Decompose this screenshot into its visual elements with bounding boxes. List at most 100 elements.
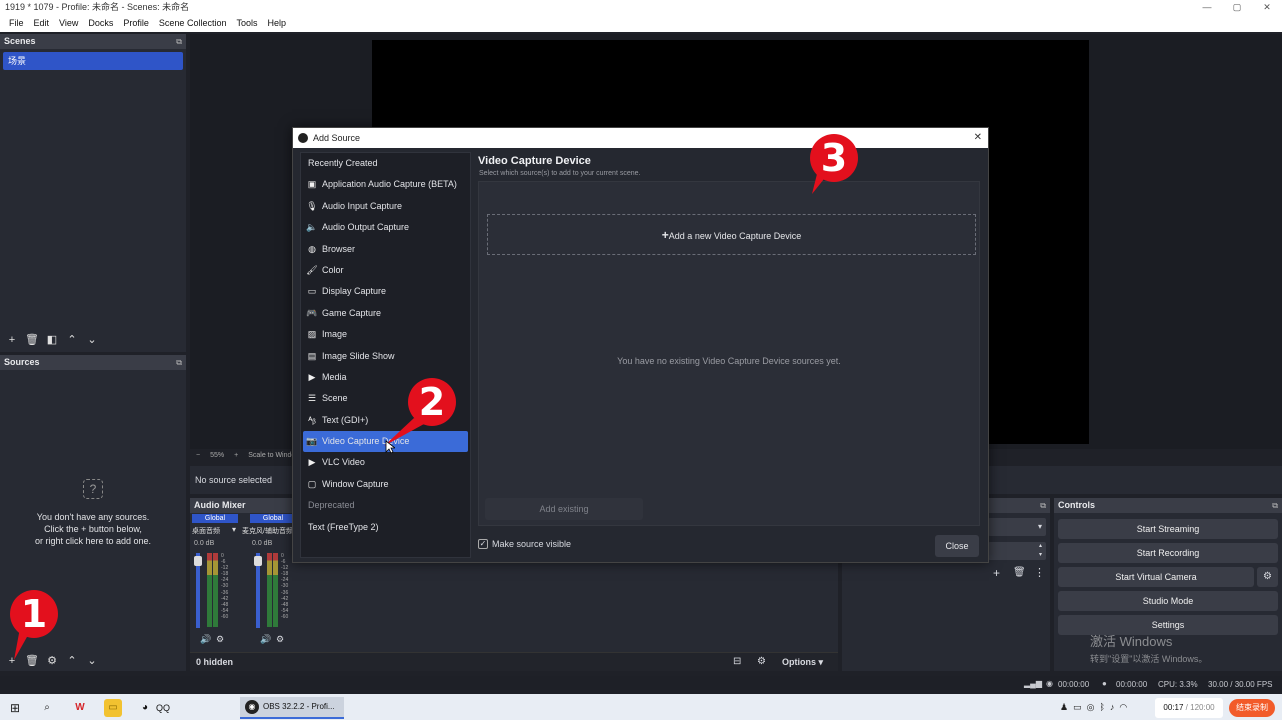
scene-filters-icon[interactable]: ◧ (44, 333, 60, 346)
level-meter (213, 553, 218, 627)
menu-profile[interactable]: Profile (118, 15, 154, 32)
menu-docks[interactable]: Docks (83, 15, 118, 32)
zoom-in-button[interactable]: + (234, 450, 238, 462)
menu-tools[interactable]: Tools (231, 15, 262, 32)
brush-icon: 🖌 (306, 264, 318, 275)
window-controls: — ▢ ✕ (1192, 0, 1282, 15)
mixer-layout-icon[interactable]: ⊟ (733, 656, 741, 667)
move-up-icon[interactable]: ⌃ (64, 654, 80, 667)
menu-file[interactable]: File (4, 15, 29, 32)
options-button[interactable]: Options ▾ (782, 657, 823, 668)
wps-icon[interactable]: W (71, 699, 89, 717)
transition-menu-icon[interactable]: ⋮ (1034, 566, 1045, 579)
source-type-item[interactable]: ▢ Window Capture (301, 474, 470, 495)
source-type-item[interactable]: ◍ Browser (301, 239, 470, 260)
file-explorer-icon[interactable]: ▭ (104, 699, 122, 717)
channel-menu-icon[interactable]: ▾ (232, 525, 236, 534)
dialog-close-button[interactable]: Close (935, 535, 979, 557)
transition-select[interactable]: ▾ (988, 518, 1046, 536)
source-type-item[interactable]: Text (FreeType 2) (301, 517, 470, 538)
minimize-button[interactable]: — (1192, 0, 1222, 15)
menu-scene-collection[interactable]: Scene Collection (154, 15, 232, 32)
mic-icon[interactable]: ♪ (1110, 702, 1115, 713)
deprecated-header: Deprecated (308, 500, 355, 511)
dialog-close-icon[interactable]: ✕ (974, 128, 982, 148)
camera-icon: 📷 (306, 436, 318, 447)
search-icon[interactable]: ⌕ (38, 699, 56, 717)
zoom-level: 55% (210, 452, 225, 459)
app-audio-icon: ▣ (307, 179, 317, 190)
obs-icon (298, 133, 308, 143)
sources-header: Sources ⧉ (0, 355, 186, 370)
undock-icon[interactable]: ⧉ (1040, 498, 1046, 513)
start-recording-button[interactable]: Start Recording (1058, 543, 1278, 563)
scenes-toolbar: + 🗑 ◧ ⌃ ⌄ (0, 333, 100, 347)
undock-icon[interactable]: ⧉ (1272, 498, 1278, 513)
zoom-out-button[interactable]: − (196, 450, 200, 462)
play-icon: ▶ (308, 457, 316, 468)
list-icon: ☰ (307, 393, 317, 404)
window-titlebar: 1919 * 1079 - Profile: 未命名 - Scenes: 未命名 (0, 0, 1282, 15)
level-meter (267, 553, 272, 627)
menu-help[interactable]: Help (262, 15, 291, 32)
slideshow-icon: ▤ (307, 350, 317, 361)
start-streaming-button[interactable]: Start Streaming (1058, 519, 1278, 539)
volume-slider-handle[interactable] (194, 556, 202, 566)
speaker-icon[interactable]: 🔊 (200, 634, 211, 645)
undock-icon[interactable]: ⧉ (176, 355, 182, 370)
volume-slider-handle[interactable] (254, 556, 262, 566)
tray-app-icon[interactable]: ♟ (1060, 702, 1068, 713)
move-up-icon[interactable]: ⌃ (64, 333, 80, 346)
source-type-item[interactable]: ▶ VLC Video (301, 452, 470, 473)
end-recording-button[interactable]: 结束录制 (1229, 699, 1275, 717)
source-type-item[interactable]: 🎮 Game Capture (301, 303, 470, 324)
add-existing-button[interactable]: Add existing (485, 498, 643, 520)
source-type-item[interactable]: ▣ Application Audio Capture (BETA) (301, 174, 470, 195)
menu-edit[interactable]: Edit (29, 15, 55, 32)
advanced-audio-icon[interactable]: ⚙ (757, 656, 766, 667)
video-icon[interactable]: ▭ (1073, 702, 1082, 713)
remove-scene-icon[interactable]: 🗑 (24, 333, 40, 346)
channel-name: 桌面音频 (192, 528, 220, 535)
source-type-item[interactable]: ▤ Image Slide Show (301, 346, 470, 367)
studio-mode-button[interactable]: Studio Mode (1058, 591, 1278, 611)
remove-transition-icon[interactable]: 🗑 (1013, 567, 1026, 578)
source-type-item[interactable]: 🎙 Audio Input Capture (301, 196, 470, 217)
add-transition-icon[interactable]: + (993, 566, 1000, 580)
undock-icon[interactable]: ⧉ (176, 34, 182, 49)
virtual-camera-settings-icon[interactable]: ⚙ (1257, 567, 1278, 587)
source-type-item[interactable]: ▭ Display Capture (301, 281, 470, 302)
no-existing-sources-message: You have no existing Video Capture Devic… (617, 356, 841, 366)
wifi-icon[interactable]: ◠ (1119, 702, 1127, 713)
start-virtual-camera-button[interactable]: Start Virtual Camera (1058, 567, 1254, 587)
qq-icon[interactable]: ◕ (136, 699, 154, 717)
source-properties-icon[interactable]: ⚙ (44, 654, 60, 667)
obs-taskbar-item[interactable]: ◉ OBS 32.2.2 - Profi... (240, 697, 344, 719)
audio-mixer-footer: 0 hidden ⊟ ⚙ Options ▾ (190, 652, 838, 671)
add-new-device-button[interactable]: +Add a new Video Capture Device (487, 214, 976, 255)
mixer-settings-icon[interactable]: ⚙ (276, 634, 284, 645)
globe-icon: ◍ (308, 243, 316, 254)
speaker-icon[interactable]: 🔊 (260, 634, 271, 645)
no-source-label: No source selected (195, 475, 273, 485)
stream-icon: ◉ (1046, 679, 1053, 688)
source-type-item[interactable]: 🔈 Audio Output Capture (301, 217, 470, 238)
maximize-button[interactable]: ▢ (1222, 0, 1252, 15)
move-down-icon[interactable]: ⌄ (84, 654, 100, 667)
qq-label[interactable]: QQ (156, 703, 170, 713)
scene-item[interactable]: 场景 (3, 52, 183, 70)
add-scene-icon[interactable]: + (4, 334, 20, 346)
move-down-icon[interactable]: ⌄ (84, 333, 100, 346)
mixer-settings-icon[interactable]: ⚙ (216, 634, 224, 645)
make-visible-checkbox[interactable]: ✓ Make source visible (478, 539, 571, 549)
duration-spinner[interactable]: ▴ ▾ (988, 542, 1046, 560)
source-type-item[interactable]: 🖌 Color (301, 260, 470, 281)
bluetooth-icon[interactable]: ᛒ (1099, 702, 1104, 713)
chat-icon[interactable]: ◎ (1087, 702, 1095, 713)
close-window-button[interactable]: ✕ (1252, 0, 1282, 15)
start-icon[interactable]: ⊞ (6, 699, 24, 717)
menu-view[interactable]: View (54, 15, 83, 32)
status-bar: ▂▄▆ ◉ 00:00:00 ● 00:00:00 CPU: 3.3% 30.0… (0, 676, 1282, 694)
play-icon: ▶ (308, 371, 316, 382)
source-type-item[interactable]: ▨ Image (301, 324, 470, 345)
